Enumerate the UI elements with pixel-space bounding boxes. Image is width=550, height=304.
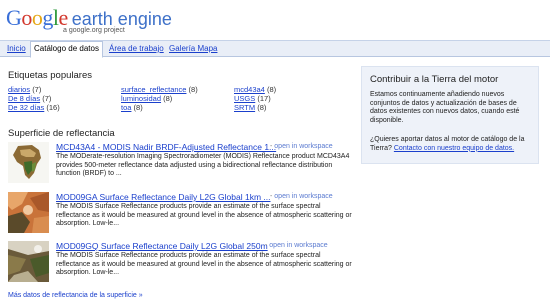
logo-subtitle: a google.org project xyxy=(63,27,125,34)
tab-inicio[interactable]: Inicio xyxy=(4,42,29,57)
tag-item[interactable]: SRTM (8) xyxy=(234,103,266,112)
dataset-thumbnail[interactable] xyxy=(8,142,49,183)
dataset-title-link[interactable]: MOD09GA Surface Reflectance Daily L2G Gl… xyxy=(56,192,270,202)
dataset-title-link[interactable]: MCD43A4 - MODIS Nadir BRDF-Adjusted Refl… xyxy=(56,142,276,152)
contact-data-team-link[interactable]: Contacto con nuestro equipo de datos. xyxy=(394,145,514,152)
open-in-workspace-link[interactable]: open in workspace xyxy=(269,242,327,249)
contribute-question: ¿Quieres aportar datos al motor de catál… xyxy=(370,136,525,152)
dataset-title-link[interactable]: MOD09GQ Surface Reflectance Daily L2G Gl… xyxy=(56,241,268,251)
open-in-workspace: - open in workspace xyxy=(270,193,333,200)
tag-item[interactable]: toa (8) xyxy=(121,103,143,112)
dataset-description: The MODIS Surface Reflectance products p… xyxy=(56,252,352,277)
more-reflectance-link[interactable]: Más datos de reflectancia de la superfic… xyxy=(8,292,143,299)
tag-item[interactable]: diarios (7) xyxy=(8,85,41,94)
open-in-workspace-link[interactable]: open in workspace xyxy=(274,193,332,200)
open-in-workspace-link[interactable]: open in workspace xyxy=(274,143,332,150)
dataset-description: The MODIS Surface Reflectance products p… xyxy=(56,203,352,228)
dataset-item: MCD43A4 - MODIS Nadir BRDF-Adjusted Refl… xyxy=(8,142,353,192)
dataset-item: MOD09GA Surface Reflectance Daily L2G Gl… xyxy=(8,192,353,242)
dataset-thumbnail[interactable] xyxy=(8,192,49,233)
tag-item[interactable]: De 8 días (7) xyxy=(8,94,51,103)
tab-area-de-trabajo[interactable]: Área de trabajo xyxy=(106,42,167,57)
tag-item[interactable]: surface_reflectance (8) xyxy=(121,85,198,94)
tab-galeria-mapa[interactable]: Galería Mapa xyxy=(166,42,220,57)
reflectance-section-title: Superficie de reflectancia xyxy=(8,128,115,139)
dataset-item: MOD09GQ Surface Reflectance Daily L2G Gl… xyxy=(8,241,353,291)
contribute-box: Contribuir a la Tierra del motor Estamos… xyxy=(361,66,539,164)
dataset-description: The MODerate-resolution Imaging Spectror… xyxy=(56,153,350,178)
tag-item[interactable]: De 32 días (16) xyxy=(8,103,60,112)
logo-product-name: earth engine xyxy=(71,9,172,29)
dataset-thumbnail[interactable] xyxy=(8,241,49,282)
tab-bar: Inicio Catálogo de datos Área de trabajo… xyxy=(0,40,550,58)
contribute-title: Contribuir a la Tierra del motor xyxy=(370,74,499,85)
tag-item[interactable]: luminosidad (8) xyxy=(121,94,172,103)
tag-item[interactable]: USGS (17) xyxy=(234,94,271,103)
google-wordmark: Google xyxy=(6,5,68,30)
tag-item[interactable]: mcd43a4 (8) xyxy=(234,85,276,94)
popular-tags-title: Etiquetas populares xyxy=(8,70,92,81)
contribute-text: Estamos continuamente añadiendo nuevos c… xyxy=(370,91,520,124)
tab-catalogo-de-datos[interactable]: Catálogo de datos xyxy=(30,41,103,58)
open-in-workspace: - open in workspace xyxy=(265,242,328,249)
open-in-workspace: - open in workspace xyxy=(270,143,333,150)
header: Google earth engine a google.org project xyxy=(0,0,550,40)
